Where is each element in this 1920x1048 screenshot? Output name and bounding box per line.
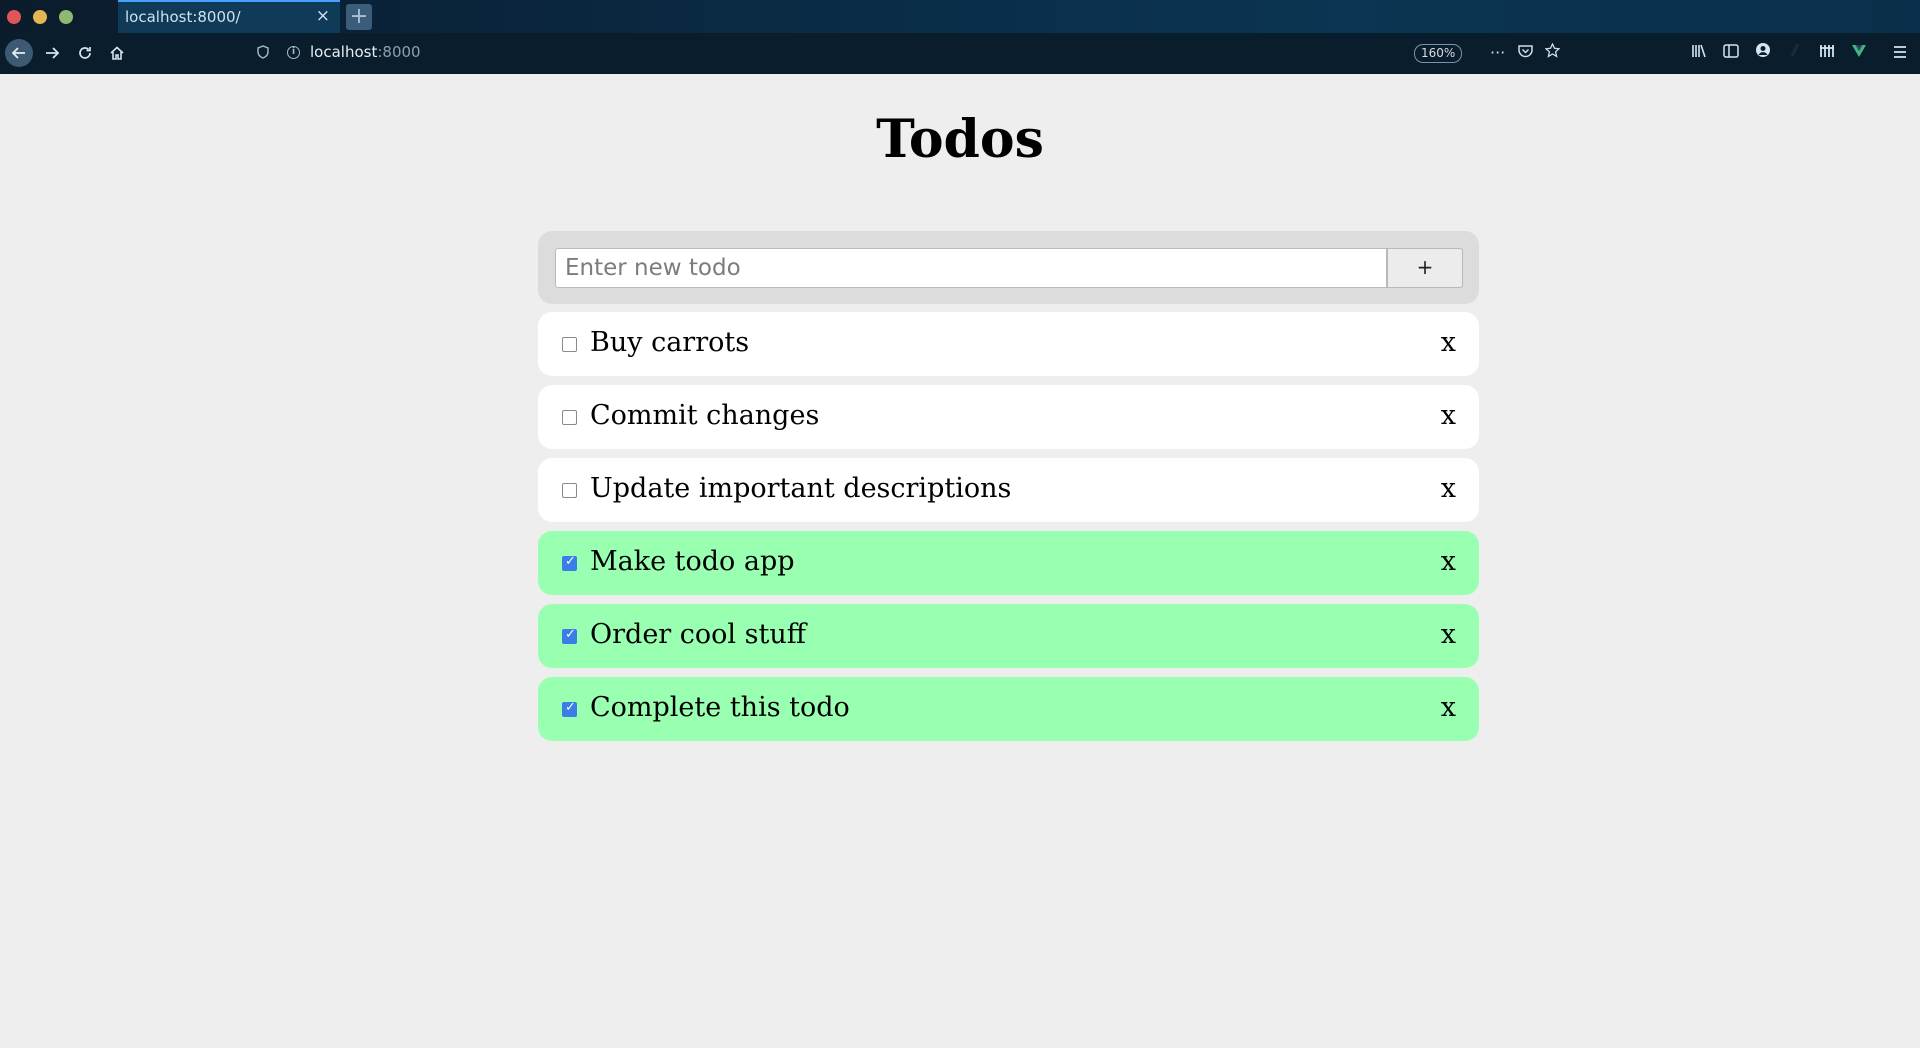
url-text[interactable]: localhost:8000 [310,43,421,61]
checkmark-icon: ✓ [565,700,576,715]
todo-item: Commit changes x [538,385,1479,449]
extension-bars-icon[interactable] [1813,39,1841,67]
browser-tab[interactable]: localhost:8000/ × [118,0,340,33]
delete-todo-button[interactable]: x [1441,617,1456,653]
extension-icon[interactable] [1781,39,1809,67]
back-button[interactable] [5,39,33,67]
todo-item: Update important descriptions x [538,458,1479,522]
page-title: Todos [876,109,1044,170]
todo-list: Buy carrots x Commit changes x Update im… [538,312,1479,750]
delete-todo-button[interactable]: x [1441,544,1456,580]
zoom-level-badge[interactable]: 160% [1414,44,1463,63]
window-close-button[interactable] [7,10,21,24]
browser-nav-bar: i localhost:8000 160% ··· [0,33,1920,74]
todo-checkbox[interactable]: ✓ [562,700,577,717]
delete-todo-button[interactable]: x [1441,471,1456,507]
home-button[interactable] [103,39,131,67]
delete-todo-button[interactable]: x [1441,398,1456,434]
checkmark-icon: ✓ [565,554,576,569]
todo-checkbox[interactable]: ✓ [562,627,577,644]
tab-title: localhost:8000/ [125,8,241,26]
arrow-left-icon [11,47,25,59]
forward-button[interactable] [38,39,66,67]
new-todo-input[interactable] [555,248,1387,288]
tab-close-icon[interactable]: × [316,6,330,26]
todo-text: Make todo app [590,546,795,577]
checkmark-icon: ✓ [565,627,576,642]
menu-hamburger-icon[interactable] [1886,39,1914,67]
window-maximize-button[interactable] [59,10,73,24]
delete-todo-button[interactable]: x [1441,690,1456,726]
delete-todo-button[interactable]: x [1441,325,1456,361]
account-icon[interactable] [1749,39,1777,67]
new-todo-form: + [538,231,1479,304]
shield-icon[interactable] [257,45,269,63]
pocket-icon[interactable] [1518,43,1533,62]
new-tab-button[interactable]: + [346,4,372,30]
library-icon[interactable] [1685,39,1713,67]
reload-button[interactable] [71,39,99,67]
window-minimize-button[interactable] [33,10,47,24]
todo-checkbox[interactable] [562,483,577,498]
sidebar-icon[interactable] [1717,39,1745,67]
vue-devtools-icon[interactable] [1845,39,1873,67]
todo-item: ✓ Complete this todo x [538,677,1479,741]
todo-text: Buy carrots [590,327,750,358]
todo-checkbox[interactable] [562,410,577,425]
info-icon[interactable]: i [287,46,300,59]
reload-icon [79,47,91,59]
todo-text: Order cool stuff [590,619,806,650]
todo-text: Update important descriptions [590,473,1012,504]
todo-item: ✓ Make todo app x [538,531,1479,595]
todo-checkbox[interactable] [562,337,577,352]
todo-text: Complete this todo [590,692,850,723]
todo-checkbox[interactable]: ✓ [562,554,577,571]
address-bar[interactable]: i localhost:8000 160% ··· [250,37,1561,69]
more-actions-icon[interactable]: ··· [1490,43,1505,62]
bookmark-star-icon[interactable] [1544,42,1561,62]
browser-tab-bar: localhost:8000/ × + [0,0,1920,33]
todo-item: ✓ Order cool stuff x [538,604,1479,668]
todo-item: Buy carrots x [538,312,1479,376]
arrow-right-icon [46,47,60,59]
home-icon [110,46,124,60]
todo-text: Commit changes [590,400,820,431]
add-todo-button[interactable]: + [1387,248,1463,288]
